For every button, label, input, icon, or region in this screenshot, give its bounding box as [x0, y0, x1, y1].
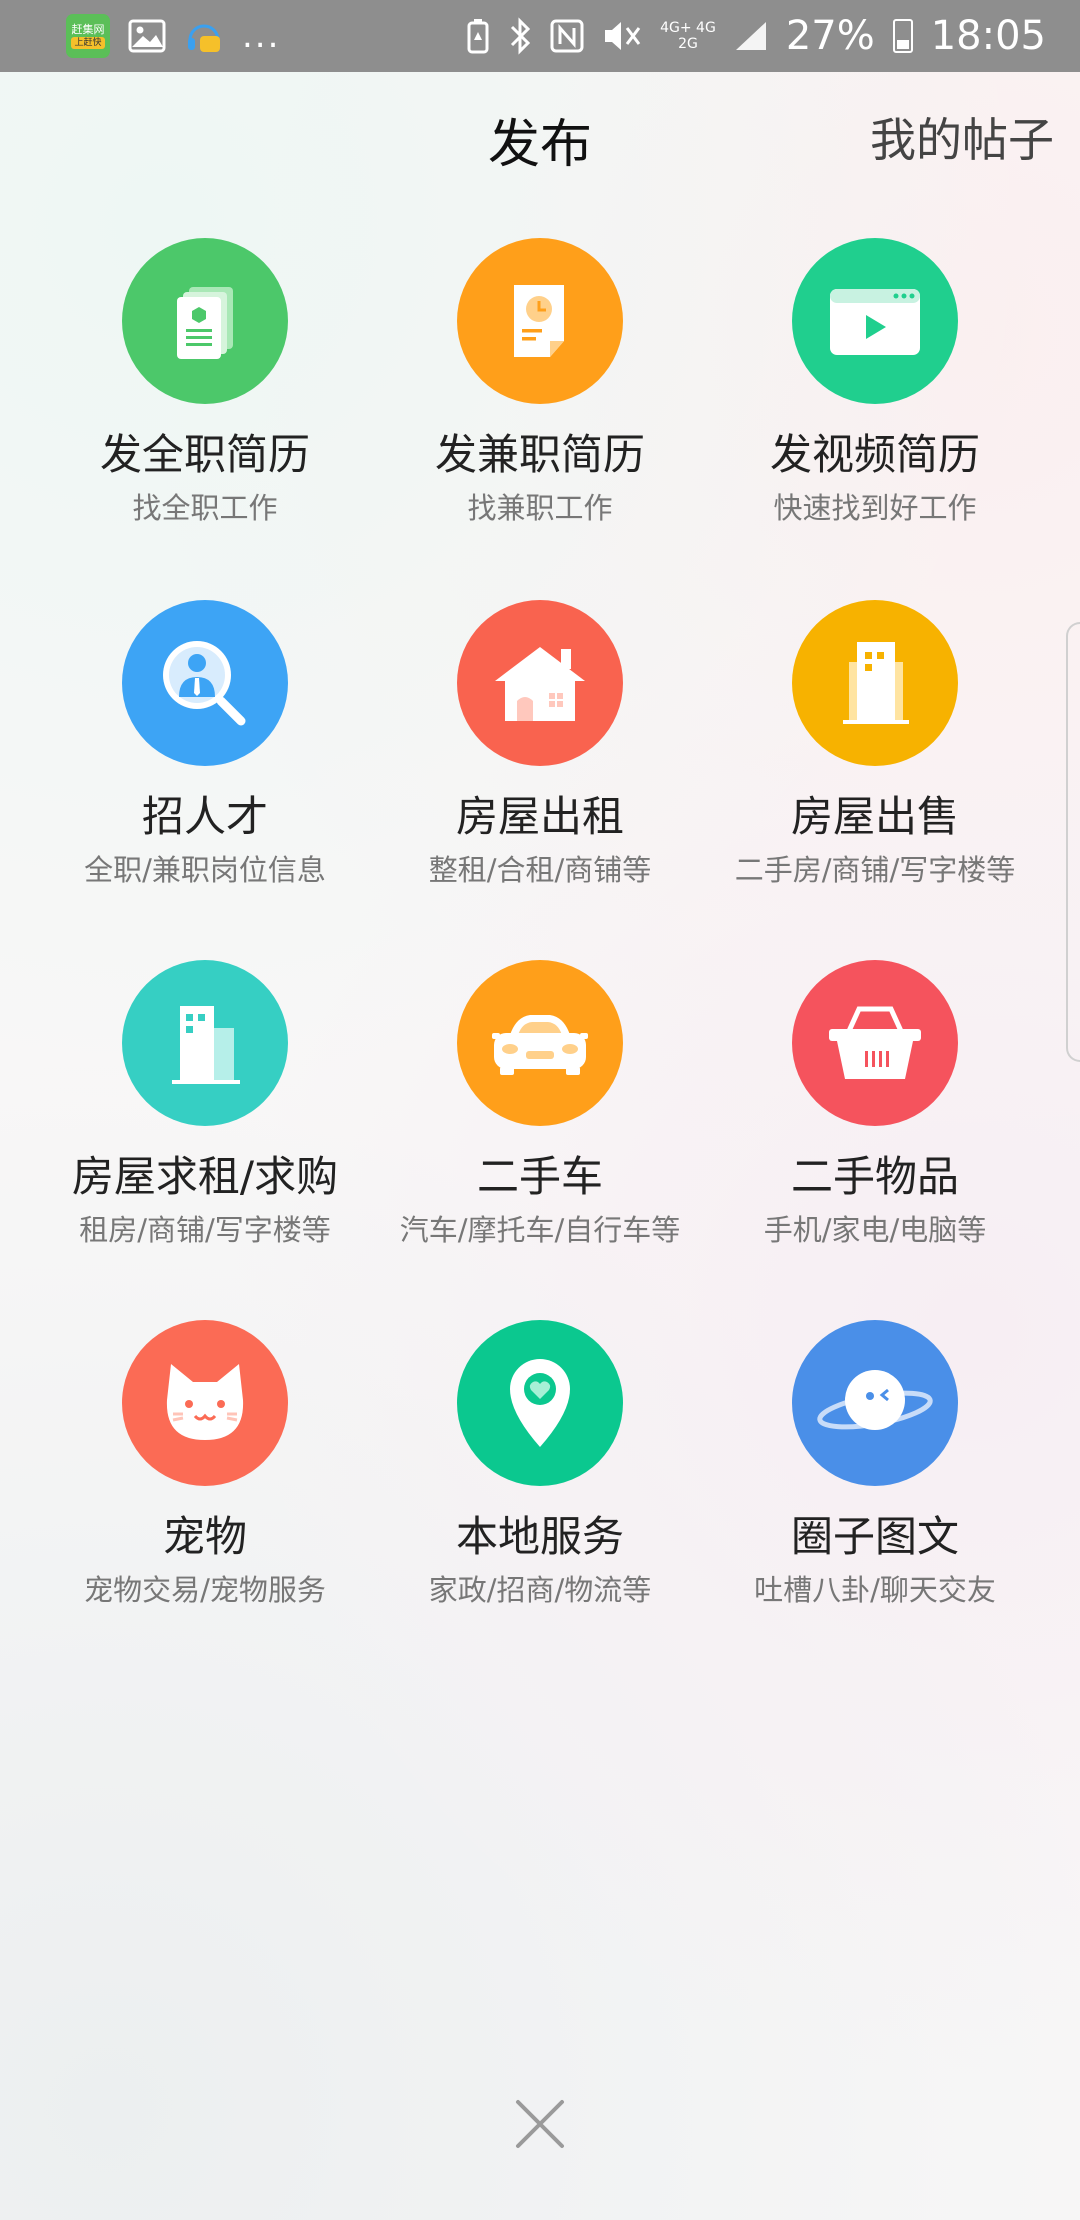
- clock: 18:05: [930, 13, 1046, 59]
- category-subtitle: 吐槽八卦/聊天交友: [754, 1573, 996, 1607]
- signal-icon: [735, 22, 766, 50]
- category-house-wanted[interactable]: 房屋求租/求购 租房/商铺/写字楼等: [35, 960, 375, 1248]
- category-title: 发全职简历: [99, 430, 310, 479]
- category-used-goods[interactable]: 二手物品 手机/家电/电脑等: [705, 960, 1045, 1248]
- category-parttime-resume[interactable]: 发兼职简历 找兼职工作: [370, 238, 710, 526]
- close-icon[interactable]: [512, 2096, 568, 2152]
- building-wanted-icon: [122, 960, 288, 1126]
- category-fulltime-resume[interactable]: 发全职简历 找全职工作: [35, 238, 375, 526]
- category-title: 本地服务: [455, 1512, 624, 1561]
- category-title: 圈子图文: [790, 1512, 959, 1561]
- battery-saver-icon: [467, 19, 489, 54]
- building-sale-icon: [792, 600, 958, 766]
- category-pets[interactable]: 宠物 宠物交易/宠物服务: [35, 1320, 375, 1608]
- bluetooth-icon: [511, 17, 531, 55]
- category-title: 房屋求租/求购: [71, 1152, 339, 1201]
- mute-icon: [605, 22, 641, 50]
- category-subtitle: 快速找到好工作: [773, 491, 977, 525]
- status-right: 4G+ 4G 2G 27% 18:05: [466, 13, 1046, 59]
- location-heart-icon: [457, 1320, 623, 1486]
- network-type: 4G+ 4G 2G: [660, 20, 716, 52]
- category-subtitle: 租房/商铺/写字楼等: [79, 1213, 331, 1247]
- network-top: 4G+ 4G: [660, 20, 716, 36]
- category-subtitle: 宠物交易/宠物服务: [84, 1573, 326, 1607]
- category-title: 房屋出售: [790, 792, 959, 841]
- planet-icon: [792, 1320, 958, 1486]
- battery-icon: [892, 19, 913, 53]
- header: 发布 我的帖子: [0, 72, 1080, 208]
- more-indicator: ...: [242, 16, 281, 56]
- category-video-resume[interactable]: 发视频简历 快速找到好工作: [705, 238, 1045, 526]
- category-subtitle: 手机/家电/电脑等: [763, 1213, 987, 1247]
- cat-icon: [122, 1320, 288, 1486]
- video-resume-icon: [792, 238, 958, 404]
- category-subtitle: 二手房/商铺/写字楼等: [734, 853, 1016, 887]
- category-house-rent[interactable]: 房屋出租 整租/合租/商铺等: [370, 600, 710, 888]
- resume-icon: [122, 238, 288, 404]
- my-posts-link[interactable]: 我的帖子: [870, 104, 1054, 170]
- category-title: 宠物: [162, 1512, 247, 1561]
- category-title: 二手车: [476, 1152, 603, 1201]
- category-local-services[interactable]: 本地服务 家政/招商/物流等: [370, 1320, 710, 1608]
- category-title: 发视频简历: [769, 430, 980, 479]
- app-badge-top: 赶集网: [71, 23, 105, 36]
- battery-percent: 27%: [785, 13, 875, 59]
- house-rent-icon: [457, 600, 623, 766]
- status-left: 赶集网 上赶快 ...: [66, 14, 280, 58]
- talent-search-icon: [122, 600, 288, 766]
- category-subtitle: 整租/合租/商铺等: [428, 853, 652, 887]
- category-recruit-talent[interactable]: 招人才 全职/兼职岗位信息: [35, 600, 375, 888]
- category-house-sale[interactable]: 房屋出售 二手房/商铺/写字楼等: [705, 600, 1045, 888]
- category-title: 二手物品: [790, 1152, 959, 1201]
- status-bar: 赶集网 上赶快 ... 4G+ 4G 2G 27% 18:05: [0, 0, 1080, 72]
- category-title: 房屋出租: [455, 792, 624, 841]
- app-badge-bottom: 上赶快: [71, 37, 105, 49]
- image-icon: [128, 19, 166, 53]
- headset-icon: [188, 24, 220, 52]
- category-subtitle: 全职/兼职岗位信息: [84, 853, 326, 887]
- car-icon: [457, 960, 623, 1126]
- category-circle-posts[interactable]: 圈子图文 吐槽八卦/聊天交友: [705, 1320, 1045, 1608]
- category-subtitle: 找兼职工作: [467, 491, 613, 525]
- app-notification-icon: 赶集网 上赶快: [66, 14, 110, 58]
- network-bottom: 2G: [678, 36, 698, 52]
- part-time-resume-icon: [457, 238, 623, 404]
- nfc-icon: [550, 19, 584, 53]
- edge-panel-handle[interactable]: [1066, 622, 1080, 1062]
- category-title: 招人才: [141, 792, 268, 841]
- category-subtitle: 家政/招商/物流等: [428, 1573, 652, 1607]
- category-title: 发兼职简历: [434, 430, 645, 479]
- basket-icon: [792, 960, 958, 1126]
- category-subtitle: 找全职工作: [132, 491, 278, 525]
- category-used-car[interactable]: 二手车 汽车/摩托车/自行车等: [370, 960, 710, 1248]
- category-subtitle: 汽车/摩托车/自行车等: [399, 1213, 681, 1247]
